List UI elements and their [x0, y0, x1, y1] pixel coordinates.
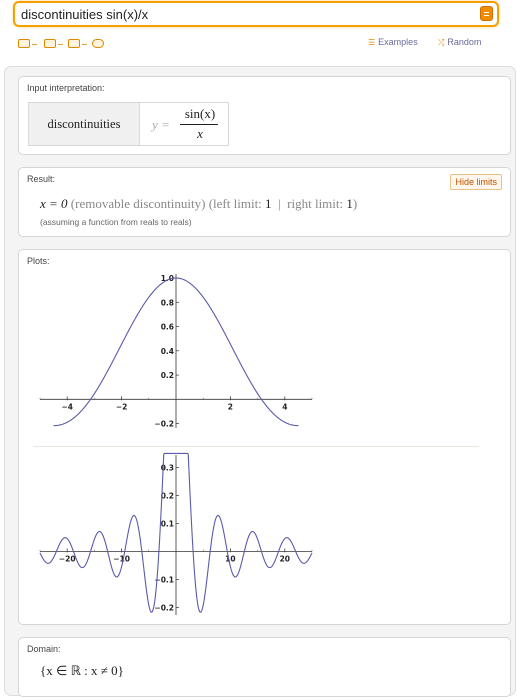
pod-plots: Plots: −4−2241.00.80.60.40.2−0.2 −20−101…: [18, 249, 511, 625]
x-tick-label: −10: [113, 554, 130, 563]
domain-value: {x ∈ ℝ : x ≠ 0}: [40, 663, 124, 679]
examples-link[interactable]: ☰Examples: [368, 37, 418, 47]
hide-limits-button[interactable]: Hide limits: [450, 174, 502, 190]
y-tick-label: 0.6: [161, 323, 174, 332]
list-icon: ☰: [368, 38, 375, 47]
divider: [32, 44, 37, 45]
interpretation-formula: y = sin(x) x: [140, 103, 228, 145]
pod-title: Domain:: [27, 644, 61, 654]
nav-links: ☰Examples ⤮Random: [368, 37, 498, 51]
random-gear-icon[interactable]: [92, 39, 104, 48]
formula-denominator: x: [180, 126, 220, 142]
x-tick-label: −4: [61, 402, 73, 411]
random-label: Random: [447, 37, 481, 47]
x-tick-label: −2: [116, 402, 128, 411]
plot-near-zero: −4−2241.00.80.60.40.2−0.2: [32, 268, 322, 443]
upload-image-icon[interactable]: [68, 39, 80, 48]
plot-wide-range: −20−1010200.30.20.1−0.1−0.2: [32, 450, 322, 620]
y-tick-label: 0.1: [161, 519, 174, 528]
left-limit-label: (left limit:: [209, 196, 262, 211]
pod-title: Input interpretation:: [27, 83, 105, 93]
shuffle-icon: ⤮: [438, 38, 444, 47]
pod-input-interpretation: Input interpretation: discontinuities y …: [18, 76, 511, 155]
pod-title: Plots:: [27, 256, 50, 266]
y-tick-label: −0.2: [154, 603, 174, 612]
interpretation-box: discontinuities y = sin(x) x: [28, 102, 229, 146]
left-limit-value: 1: [265, 196, 272, 211]
camera-icon[interactable]: [44, 39, 56, 48]
right-limit-label: right limit:: [287, 196, 343, 211]
equals-button-icon[interactable]: [480, 6, 493, 21]
y-tick-label: 0.2: [161, 371, 174, 380]
y-tick-label: 0.2: [161, 491, 174, 500]
close-paren: ): [353, 196, 357, 211]
assumption-note: (assuming a function from reals to reals…: [40, 217, 192, 227]
limit-separator: |: [278, 196, 281, 211]
y-tick-label: 0.4: [161, 347, 174, 356]
formula-lhs: y =: [152, 117, 170, 133]
y-tick-label: 0.8: [161, 298, 174, 307]
formula-numerator: sin(x): [180, 106, 220, 122]
x-tick-label: 2: [228, 402, 233, 411]
random-link[interactable]: ⤮Random: [438, 37, 481, 48]
fraction-bar: [180, 124, 218, 125]
pod-result: Result: Hide limits x = 0 (removable dis…: [18, 167, 511, 237]
examples-label: Examples: [378, 37, 418, 47]
y-tick-label: −0.2: [154, 420, 174, 429]
keyboard-icon[interactable]: [18, 39, 30, 48]
pod-title: Result:: [27, 174, 55, 184]
interpretation-word: discontinuities: [29, 103, 140, 145]
result-lhs: x = 0: [40, 196, 68, 211]
header-bar: ☰Examples ⤮Random: [0, 0, 518, 60]
search-box[interactable]: [13, 1, 499, 27]
divider: [58, 44, 63, 45]
result-statement: x = 0 (removable discontinuity) (left li…: [40, 196, 357, 212]
x-tick-label: 4: [282, 402, 287, 411]
x-tick-label: 10: [225, 554, 235, 563]
result-kind: (removable discontinuity): [71, 196, 206, 211]
x-tick-label: 20: [280, 554, 290, 563]
results-panel: Input interpretation: discontinuities y …: [4, 66, 516, 696]
plot-divider: [33, 446, 479, 447]
pod-domain: Domain: {x ∈ ℝ : x ≠ 0}: [18, 637, 511, 697]
x-tick-label: −20: [59, 554, 76, 563]
search-input[interactable]: [21, 5, 471, 23]
divider: [82, 44, 87, 45]
